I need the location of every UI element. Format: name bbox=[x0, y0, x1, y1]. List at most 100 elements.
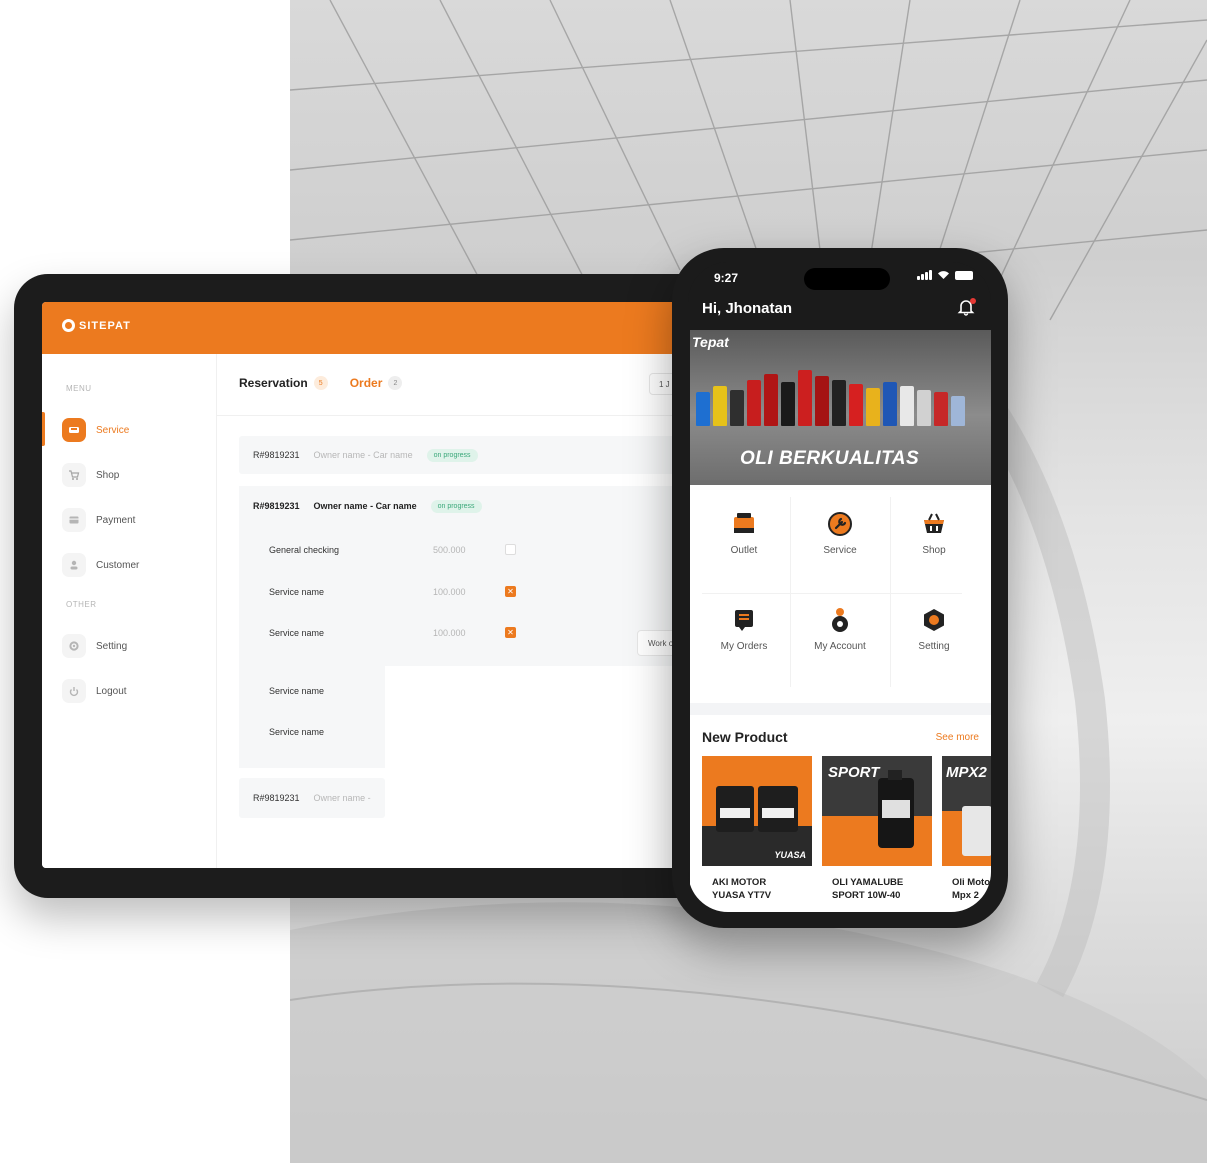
menu-label: Outlet bbox=[730, 545, 758, 556]
menu-grid: Outlet Service Shop My Orders My Account… bbox=[690, 485, 991, 703]
sidebar-item-label: Customer bbox=[96, 559, 140, 571]
status-bar: 9:27 bbox=[688, 262, 991, 302]
product-image: YUASA bbox=[702, 756, 812, 866]
store-icon bbox=[731, 511, 757, 537]
tab-count-badge: 2 bbox=[388, 376, 403, 390]
hex-gear-icon bbox=[921, 607, 947, 633]
product-image-text: YUASA bbox=[774, 850, 806, 860]
brand-name: SITEPAT bbox=[79, 319, 131, 332]
notification-dot bbox=[970, 298, 976, 304]
sidebar-item-service[interactable]: Service bbox=[62, 416, 212, 444]
bell-icon[interactable] bbox=[957, 298, 977, 318]
home-body: Outlet Service Shop My Orders My Account… bbox=[690, 485, 991, 912]
wifi-icon bbox=[938, 271, 949, 279]
product-card[interactable]: MPX2 Oli Moto Mpx 2 bbox=[942, 756, 991, 912]
menu-label: My Orders bbox=[720, 641, 768, 652]
menu-label: My Account bbox=[814, 641, 866, 652]
menu-service[interactable]: Service bbox=[794, 485, 886, 581]
owner-car-name: Owner name - Car name bbox=[313, 501, 417, 511]
sidebar-item-label: Shop bbox=[96, 469, 120, 481]
tab-order[interactable]: Order 2 bbox=[350, 376, 403, 390]
product-image-text: MPX2 bbox=[946, 764, 987, 781]
sidebar-item-customer[interactable]: Customer bbox=[62, 551, 212, 579]
reservation-row[interactable]: R#9819231 Owner name - bbox=[239, 778, 385, 818]
banner-brand: Tepat bbox=[692, 334, 729, 350]
service-amount: 500.000 bbox=[433, 545, 466, 555]
service-name: General checking bbox=[269, 545, 340, 555]
tab-count-badge: 5 bbox=[313, 376, 328, 390]
service-amount: 100.000 bbox=[433, 628, 466, 638]
reservation-row[interactable]: R#9819231 Owner name - Car name on progr… bbox=[239, 488, 692, 524]
sidebar-item-payment[interactable]: Payment bbox=[62, 506, 212, 534]
promo-banner[interactable]: Tepat OLI BERKUALITAS bbox=[690, 330, 991, 485]
banner-title: OLI BERKUALITAS bbox=[740, 448, 920, 469]
other-section-label: OTHER bbox=[66, 600, 97, 609]
dynamic-island bbox=[804, 268, 890, 290]
reservation-row[interactable]: R#9819231 Owner name - Car name on progr… bbox=[239, 436, 692, 474]
sidebar-item-label: Payment bbox=[96, 514, 136, 526]
account-icon bbox=[827, 607, 853, 633]
logo-icon bbox=[62, 319, 75, 332]
menu-label: Setting bbox=[918, 641, 950, 652]
service-amount: 100.000 bbox=[433, 587, 466, 597]
status-badge: on progress bbox=[430, 499, 482, 513]
sidebar: MENU Service Shop Payment Customer OTHER… bbox=[42, 354, 217, 868]
product-name: OLI YAMALUBE SPORT 10W-40 bbox=[832, 877, 904, 901]
sidebar-item-setting[interactable]: Setting bbox=[62, 632, 212, 660]
owner-car-name: Owner name - bbox=[313, 793, 371, 803]
menu-my-account[interactable]: My Account bbox=[794, 581, 886, 677]
brand-logo[interactable]: SITEPAT bbox=[62, 319, 131, 332]
sidebar-item-label: Service bbox=[96, 424, 130, 436]
new-product-title: New Product bbox=[702, 729, 788, 745]
menu-label: Shop bbox=[922, 545, 946, 556]
reservation-id: R#9819231 bbox=[253, 450, 300, 460]
product-card[interactable]: SPORT OLI YAMALUBE SPORT 10W-40 bbox=[822, 756, 932, 912]
sidebar-item-logout[interactable]: Logout bbox=[62, 677, 212, 705]
product-name: AKI MOTOR YUASA YT7V bbox=[712, 877, 772, 901]
divider bbox=[217, 415, 692, 416]
service-checkbox[interactable] bbox=[505, 544, 516, 555]
wrench-icon bbox=[827, 511, 853, 537]
gear-icon bbox=[62, 634, 86, 658]
product-card[interactable]: YUASA AKI MOTOR YUASA YT7V bbox=[702, 756, 812, 912]
signal-icon bbox=[917, 270, 932, 280]
receipt-icon bbox=[731, 607, 757, 633]
cart-icon bbox=[62, 463, 86, 487]
basket-icon bbox=[921, 511, 947, 537]
reservation-id: R#9819231 bbox=[253, 793, 300, 803]
tablet-device: SITEPAT MENU Service Shop Payment Custom… bbox=[14, 274, 714, 898]
service-name: Service name bbox=[269, 587, 325, 597]
menu-setting[interactable]: Setting bbox=[888, 581, 980, 677]
phone-device: 9:27 Hi, Jhonatan Tepat OLI BERKUALITAS … bbox=[672, 248, 1008, 928]
clock: 9:27 bbox=[714, 271, 739, 285]
menu-my-orders[interactable]: My Orders bbox=[698, 581, 790, 677]
status-icons bbox=[917, 270, 973, 280]
main-content: Reservation 5 Order 2 1 J R#9819231 Owne… bbox=[217, 354, 692, 868]
status-badge: on progress bbox=[426, 448, 478, 462]
tab-reservation[interactable]: Reservation 5 bbox=[239, 376, 328, 390]
wallet-icon bbox=[62, 508, 86, 532]
service-name: Service name bbox=[269, 727, 325, 737]
greeting: Hi, Jhonatan bbox=[702, 300, 793, 317]
sidebar-item-shop[interactable]: Shop bbox=[62, 461, 212, 489]
power-icon bbox=[62, 679, 86, 703]
menu-section-label: MENU bbox=[66, 384, 92, 393]
section-separator bbox=[690, 703, 991, 715]
tablet-screen: SITEPAT MENU Service Shop Payment Custom… bbox=[42, 302, 692, 868]
menu-label: Service bbox=[823, 545, 857, 556]
service-checkbox[interactable]: ✕ bbox=[505, 627, 516, 638]
menu-outlet[interactable]: Outlet bbox=[698, 485, 790, 581]
oil-bottles-image bbox=[696, 370, 965, 426]
owner-car-name: Owner name - Car name bbox=[313, 450, 413, 460]
service-name: Service name bbox=[269, 628, 325, 638]
service-name: Service name bbox=[269, 686, 325, 696]
product-image: SPORT bbox=[822, 756, 932, 866]
see-more-link[interactable]: See more bbox=[936, 732, 979, 743]
service-checkbox[interactable]: ✕ bbox=[505, 586, 516, 597]
app-header: SITEPAT bbox=[42, 302, 692, 354]
reservation-row-expanded-tail bbox=[239, 666, 385, 768]
sidebar-item-label: Setting bbox=[96, 640, 128, 652]
tab-label: Order bbox=[349, 376, 383, 390]
product-name: Oli Moto Mpx 2 bbox=[952, 877, 990, 901]
menu-shop[interactable]: Shop bbox=[888, 485, 980, 581]
